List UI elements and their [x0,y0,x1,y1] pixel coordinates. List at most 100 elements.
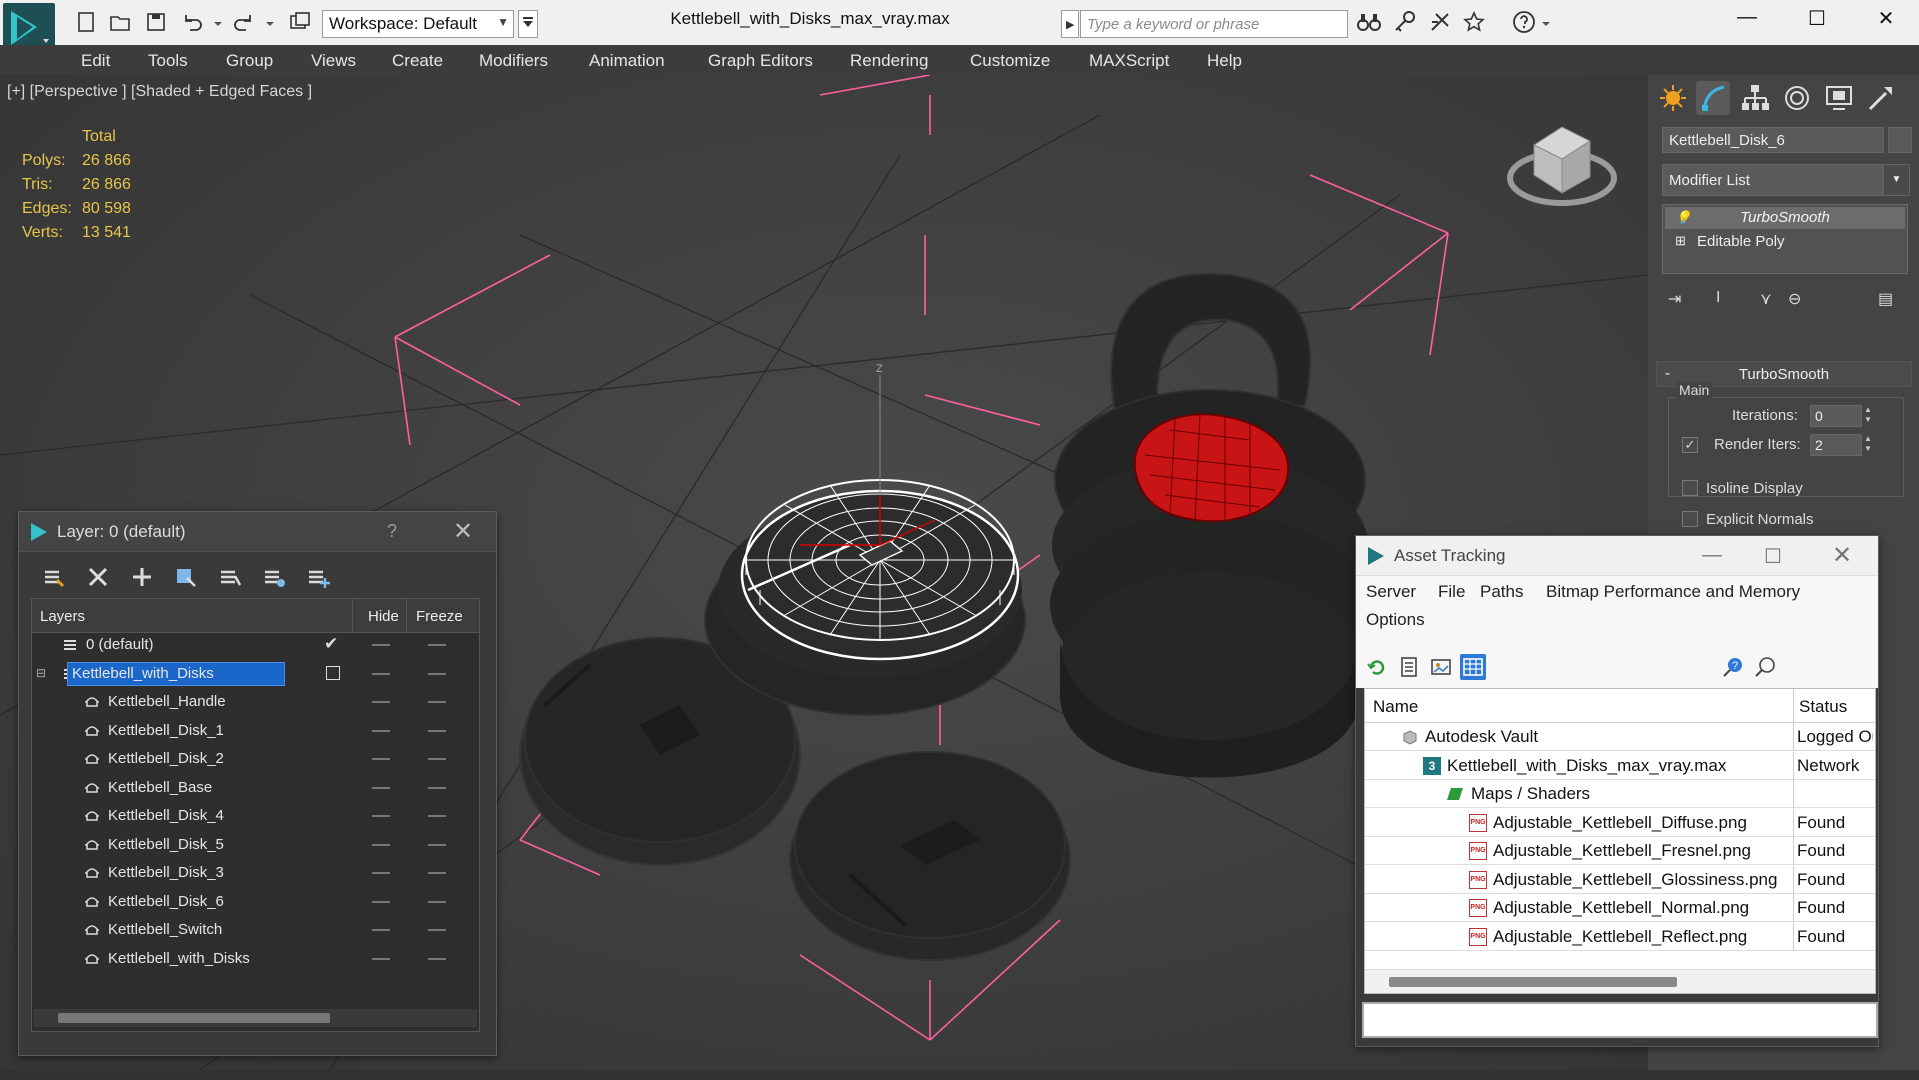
asset-row[interactable]: PNG Adjustable_Kettlebell_Reflect.png Foun… [1365,922,1875,951]
menu-maxscript[interactable]: MAXScript [1089,51,1169,71]
collapse-icon[interactable]: ⊟ [36,666,52,682]
isoline-display-checkbox[interactable] [1682,480,1698,496]
hide-toggle[interactable] [372,929,390,931]
motion-tab-icon[interactable] [1780,81,1814,115]
layer-row[interactable]: 0 (default) ✔ [32,633,479,656]
freeze-toggle[interactable] [428,872,446,874]
hide-toggle[interactable] [372,786,390,789]
layer-object-row[interactable]: Kettlebell_Disk_6 [32,890,479,913]
asset-menu-file[interactable]: File [1438,582,1465,602]
workspace-dropdown[interactable]: Workspace: Default ▼ [322,10,514,38]
refresh-icon[interactable] [1364,654,1390,680]
maximize-icon[interactable]: ☐ [1797,6,1837,36]
hide-toggle[interactable] [372,957,390,960]
configure-modifier-sets-icon[interactable]: ▤ [1878,289,1898,311]
save-icon[interactable] [144,10,170,36]
utilities-tab-icon[interactable] [1864,81,1898,115]
freeze-toggle[interactable] [428,900,446,903]
layer-object-row[interactable]: Kettlebell_Handle [32,690,479,713]
explicit-normals-checkbox[interactable] [1682,511,1698,527]
freeze-toggle[interactable] [428,729,446,732]
scrollbar-thumb[interactable] [58,1013,330,1023]
column-layers[interactable]: Layers [40,608,85,625]
select-layer-objects-icon[interactable] [173,564,199,590]
column-freeze[interactable]: Freeze [416,608,463,625]
close-icon[interactable]: ✕ [1866,6,1906,36]
layer-object-row[interactable]: Kettlebell_with_Disks [32,947,479,970]
minimize-icon[interactable]: — [1727,6,1767,36]
lightbulb-icon[interactable]: 💡 [1675,210,1691,226]
asset-menu-server[interactable]: Server [1366,582,1416,602]
menu-graph-editors[interactable]: Graph Editors [708,51,813,71]
iterations-spinner[interactable]: 0 [1810,405,1862,427]
table-view-icon[interactable] [1460,654,1486,680]
favorites-star-icon[interactable] [1462,10,1488,36]
display-tab-icon[interactable] [1822,81,1856,115]
freeze-toggle[interactable] [428,758,446,760]
horizontal-scrollbar[interactable] [1365,969,1875,993]
asset-row[interactable]: Autodesk Vault Logged Out [1365,723,1875,751]
layer-object-row[interactable]: Kettlebell_Disk_1 [32,719,479,742]
layer-object-row[interactable]: Kettlebell_Disk_3 [32,861,479,884]
show-end-result-icon[interactable]: I [1716,289,1736,311]
viewport-label[interactable]: [+] [Perspective ] [Shaded + Edged Faces… [7,83,312,101]
layer-properties-icon[interactable] [41,564,67,590]
column-status[interactable]: Status [1799,697,1847,717]
modify-tab-icon[interactable] [1696,81,1730,115]
freeze-toggle[interactable] [428,929,446,931]
freeze-toggle[interactable] [428,672,446,675]
close-icon[interactable]: ✕ [453,517,473,546]
menu-rendering[interactable]: Rendering [850,51,928,71]
search-expand-button[interactable]: ▶ [1061,10,1079,38]
hide-toggle[interactable] [372,701,390,703]
layer-object-row[interactable]: Kettlebell_Base [32,776,479,799]
hide-toggle[interactable] [372,872,390,874]
column-name[interactable]: Name [1373,697,1418,717]
hide-toggle[interactable] [372,672,390,675]
set-active-layer-box[interactable] [326,665,340,680]
active-layer-check-icon[interactable]: ✔ [324,634,340,653]
add-layer-icon[interactable] [129,564,155,590]
asset-row[interactable]: 3 Kettlebell_with_Disks_max_vray.max Netwo… [1365,751,1875,780]
asset-menu-paths[interactable]: Paths [1480,582,1523,602]
hide-toggle[interactable] [372,815,390,817]
layer-row[interactable]: ⊟ Kettlebell_with_Disks [32,661,479,686]
communication-center-icon[interactable] [1428,10,1454,36]
asset-help-icon[interactable] [1752,654,1778,680]
spinner-arrows-icon[interactable]: ▲ ▼ [1864,434,1876,456]
freeze-all-layers-icon[interactable] [305,564,331,590]
asset-row[interactable]: PNG Adjustable_Kettlebell_Normal.png Found [1365,894,1875,922]
undo-icon[interactable] [180,10,206,36]
menu-group[interactable]: Group [226,51,273,71]
freeze-toggle[interactable] [428,644,446,646]
close-icon[interactable]: ✕ [1832,541,1852,570]
hide-toggle[interactable] [372,644,390,646]
project-folder-icon[interactable] [288,10,314,36]
remove-modifier-icon[interactable]: ⊖ [1788,289,1808,311]
menu-modifiers[interactable]: Modifiers [479,51,548,71]
list-view-icon[interactable] [1396,654,1422,680]
menu-help[interactable]: Help [1207,51,1242,71]
modifier-list-dropdown[interactable]: Modifier List ▼ [1662,164,1910,196]
layer-object-row[interactable]: Kettlebell_Disk_2 [32,747,479,770]
object-color-swatch[interactable] [1888,127,1912,153]
menu-views[interactable]: Views [311,51,356,71]
hierarchy-tab-icon[interactable] [1738,81,1772,115]
column-hide[interactable]: Hide [368,608,399,625]
highlight-selected-icon[interactable] [217,564,243,590]
menu-create[interactable]: Create [392,51,443,71]
layer-object-row[interactable]: Kettlebell_Disk_4 [32,804,479,827]
help-dropdown-icon[interactable] [1540,10,1552,36]
hide-toggle[interactable] [372,843,390,846]
stack-item-editable-poly[interactable]: ⊞ Editable Poly [1665,231,1905,253]
delete-layer-icon[interactable] [85,564,111,590]
freeze-toggle[interactable] [428,701,446,703]
layer-object-row[interactable]: Kettlebell_Switch [32,918,479,941]
render-iters-spinner[interactable]: 2 [1810,434,1862,456]
redo-icon[interactable] [232,10,258,36]
asset-row[interactable]: Maps / Shaders [1365,780,1875,808]
help-icon[interactable] [1512,10,1538,36]
menu-tools[interactable]: Tools [148,51,188,71]
layer-panel-titlebar[interactable]: Layer: 0 (default) ? ✕ [19,512,496,552]
minimize-icon[interactable]: — [1702,544,1722,567]
